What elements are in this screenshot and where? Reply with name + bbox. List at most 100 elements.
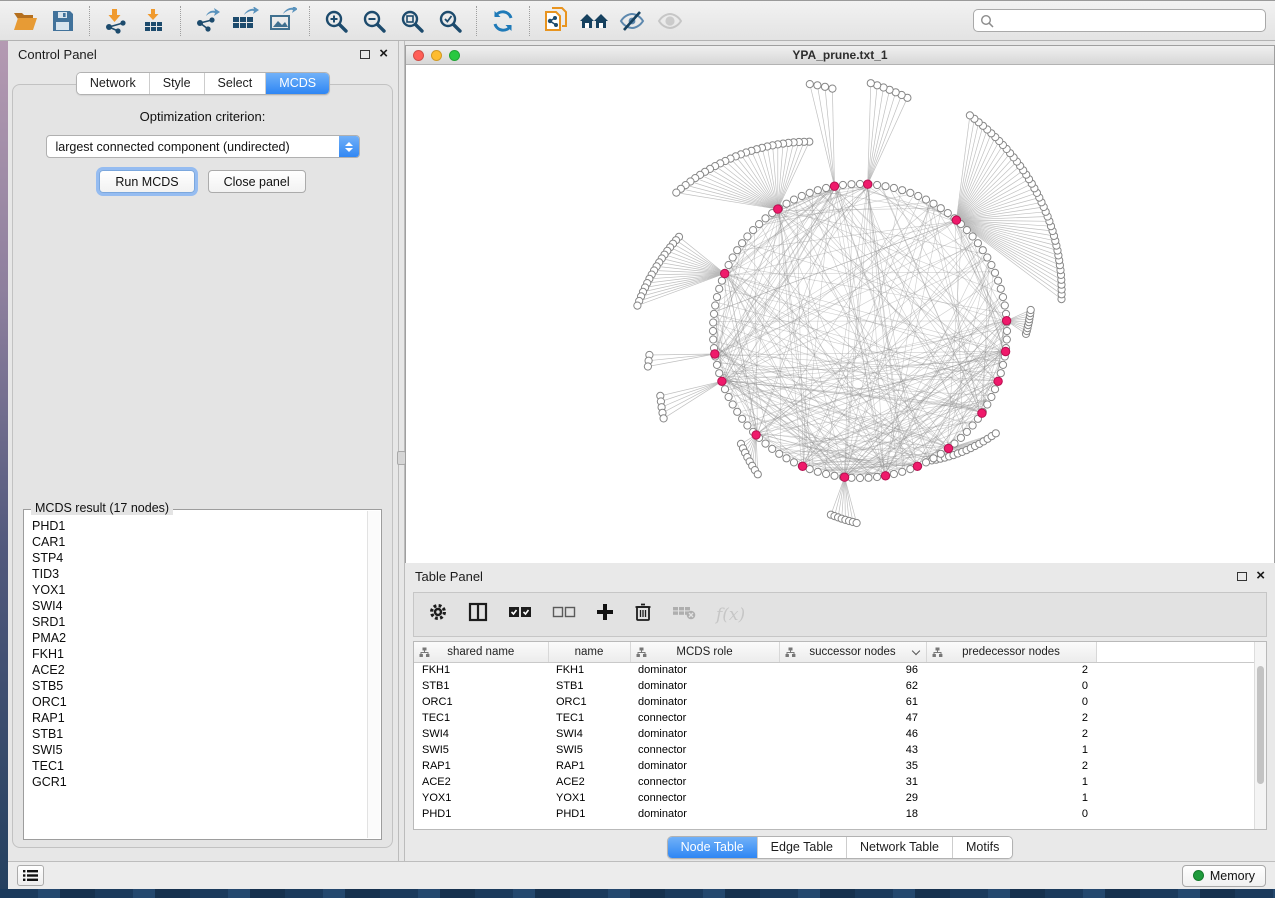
mcds-result-item[interactable]: SRD1 bbox=[32, 614, 367, 630]
app-body: Control Panel × Network Style Select MCD… bbox=[8, 41, 1275, 861]
search-input[interactable] bbox=[999, 14, 1259, 28]
table-row[interactable]: PHD1PHD1dominator180 bbox=[414, 806, 1267, 822]
zoom-out-icon[interactable] bbox=[359, 6, 389, 36]
sort-chevron-icon[interactable] bbox=[911, 647, 919, 655]
table-row[interactable]: ACE2ACE2connector311 bbox=[414, 774, 1267, 790]
run-mcds-button[interactable]: Run MCDS bbox=[99, 170, 194, 193]
float-panel-icon[interactable] bbox=[360, 50, 370, 59]
show-columns-icon[interactable] bbox=[468, 602, 488, 627]
zoom-in-icon[interactable] bbox=[321, 6, 351, 36]
tab-style[interactable]: Style bbox=[149, 73, 204, 94]
delete-column-icon[interactable] bbox=[634, 602, 652, 627]
delete-table-icon[interactable] bbox=[672, 604, 696, 625]
import-network-icon[interactable] bbox=[101, 6, 131, 36]
desktop-background bbox=[0, 41, 8, 889]
network-titlebar[interactable]: YPA_prune.txt_1 bbox=[406, 46, 1274, 65]
tab-node-table[interactable]: Node Table bbox=[668, 837, 757, 858]
function-builder-icon[interactable]: f(x) bbox=[716, 605, 745, 625]
close-panel-button[interactable]: Close panel bbox=[208, 170, 306, 193]
memory-button[interactable]: Memory bbox=[1182, 865, 1266, 887]
table-row[interactable]: YOX1YOX1connector291 bbox=[414, 790, 1267, 806]
table-row[interactable]: ORC1ORC1dominator610 bbox=[414, 694, 1267, 710]
table-row[interactable]: STB1STB1dominator620 bbox=[414, 678, 1267, 694]
control-panel-tabbar: Network Style Select MCDS bbox=[76, 72, 330, 95]
mcds-result-item[interactable]: TEC1 bbox=[32, 758, 367, 774]
mcds-result-item[interactable]: FKH1 bbox=[32, 646, 367, 662]
mcds-result-item[interactable]: RAP1 bbox=[32, 710, 367, 726]
table-header-row: shared name name MCDS role successor nod… bbox=[414, 642, 1267, 662]
col-mcds-role[interactable]: MCDS role bbox=[630, 642, 779, 662]
tab-network-table[interactable]: Network Table bbox=[846, 837, 952, 858]
status-bar: Memory bbox=[8, 861, 1275, 889]
network-graph[interactable] bbox=[406, 65, 1274, 563]
table-row[interactable]: TEC1TEC1connector472 bbox=[414, 710, 1267, 726]
network-title: YPA_prune.txt_1 bbox=[406, 48, 1274, 62]
criterion-value: largest connected component (undirected) bbox=[47, 140, 339, 154]
network-view-window: YPA_prune.txt_1 bbox=[405, 45, 1275, 563]
col-successor-nodes[interactable]: successor nodes bbox=[779, 642, 926, 662]
deselect-all-icon[interactable] bbox=[552, 605, 576, 624]
table-scrollbar-thumb[interactable] bbox=[1257, 666, 1264, 784]
zoom-selected-icon[interactable] bbox=[435, 6, 465, 36]
col-name[interactable]: name bbox=[548, 642, 630, 662]
float-table-panel-icon[interactable] bbox=[1237, 572, 1247, 581]
apply-layout-icon[interactable] bbox=[488, 6, 518, 36]
col-predecessor-nodes[interactable]: predecessor nodes bbox=[926, 642, 1096, 662]
toolbar-separator bbox=[529, 6, 530, 36]
mcds-result-item[interactable]: GCR1 bbox=[32, 774, 367, 790]
save-session-icon[interactable] bbox=[48, 6, 78, 36]
export-network-icon[interactable] bbox=[192, 6, 222, 36]
table-scrollbar[interactable] bbox=[1254, 642, 1266, 829]
mcds-result-item[interactable]: STP4 bbox=[32, 550, 367, 566]
mcds-result-scrollbar[interactable] bbox=[367, 511, 380, 838]
zoom-fit-icon[interactable] bbox=[397, 6, 427, 36]
tab-edge-table[interactable]: Edge Table bbox=[757, 837, 846, 858]
criterion-dropdown[interactable]: largest connected component (undirected) bbox=[46, 135, 360, 158]
close-table-panel-icon[interactable]: × bbox=[1256, 571, 1265, 581]
mcds-result-item[interactable]: ACE2 bbox=[32, 662, 367, 678]
mcds-result-item[interactable]: CAR1 bbox=[32, 534, 367, 550]
table-row[interactable]: RAP1RAP1dominator352 bbox=[414, 758, 1267, 774]
search-box[interactable] bbox=[973, 9, 1266, 32]
show-all-icon[interactable] bbox=[579, 6, 609, 36]
mcds-result-item[interactable]: TID3 bbox=[32, 566, 367, 582]
show-hidden-icon[interactable] bbox=[655, 6, 685, 36]
col-shared-name[interactable]: shared name bbox=[414, 642, 548, 662]
close-panel-icon[interactable]: × bbox=[379, 49, 388, 59]
tab-motifs[interactable]: Motifs bbox=[952, 837, 1012, 858]
clone-network-icon[interactable] bbox=[541, 6, 571, 36]
task-history-button[interactable] bbox=[17, 865, 44, 886]
graph-edges bbox=[637, 83, 1061, 523]
mcds-result-item[interactable]: SWI4 bbox=[32, 598, 367, 614]
mcds-result-item[interactable]: PHD1 bbox=[32, 518, 367, 534]
table-row[interactable]: SWI5SWI5connector431 bbox=[414, 742, 1267, 758]
mcds-result-item[interactable]: YOX1 bbox=[32, 582, 367, 598]
tab-network[interactable]: Network bbox=[77, 73, 149, 94]
main-toolbar bbox=[0, 0, 1275, 41]
open-file-icon[interactable] bbox=[10, 6, 40, 36]
cytoscape-window: Control Panel × Network Style Select MCD… bbox=[0, 0, 1275, 898]
node-table: shared name name MCDS role successor nod… bbox=[413, 641, 1267, 830]
select-all-icon[interactable] bbox=[508, 605, 532, 624]
import-table-icon[interactable] bbox=[139, 6, 169, 36]
table-row[interactable]: FKH1FKH1dominator962 bbox=[414, 662, 1267, 678]
hide-selected-icon[interactable] bbox=[617, 6, 647, 36]
vertical-splitter[interactable] bbox=[398, 41, 405, 861]
table-row[interactable]: SWI4SWI4dominator462 bbox=[414, 726, 1267, 742]
table-settings-icon[interactable] bbox=[428, 602, 448, 627]
add-column-icon[interactable] bbox=[596, 603, 614, 626]
tab-mcds[interactable]: MCDS bbox=[265, 73, 329, 94]
export-image-icon[interactable] bbox=[268, 6, 298, 36]
network-canvas[interactable] bbox=[406, 65, 1274, 563]
mcds-result-item[interactable]: SWI5 bbox=[32, 742, 367, 758]
toolbar-separator bbox=[89, 6, 90, 36]
mcds-result-item[interactable]: ORC1 bbox=[32, 694, 367, 710]
export-table-icon[interactable] bbox=[230, 6, 260, 36]
tab-select[interactable]: Select bbox=[204, 73, 266, 94]
mcds-result-item[interactable]: STB5 bbox=[32, 678, 367, 694]
mcds-result-item[interactable]: PMA2 bbox=[32, 630, 367, 646]
desktop-background-bottom bbox=[0, 889, 1275, 898]
mcds-result-list: PHD1CAR1STP4TID3YOX1SWI4SRD1PMA2FKH1ACE2… bbox=[25, 511, 367, 838]
mcds-panel: Optimization criterion: largest connecte… bbox=[12, 84, 393, 848]
mcds-result-item[interactable]: STB1 bbox=[32, 726, 367, 742]
